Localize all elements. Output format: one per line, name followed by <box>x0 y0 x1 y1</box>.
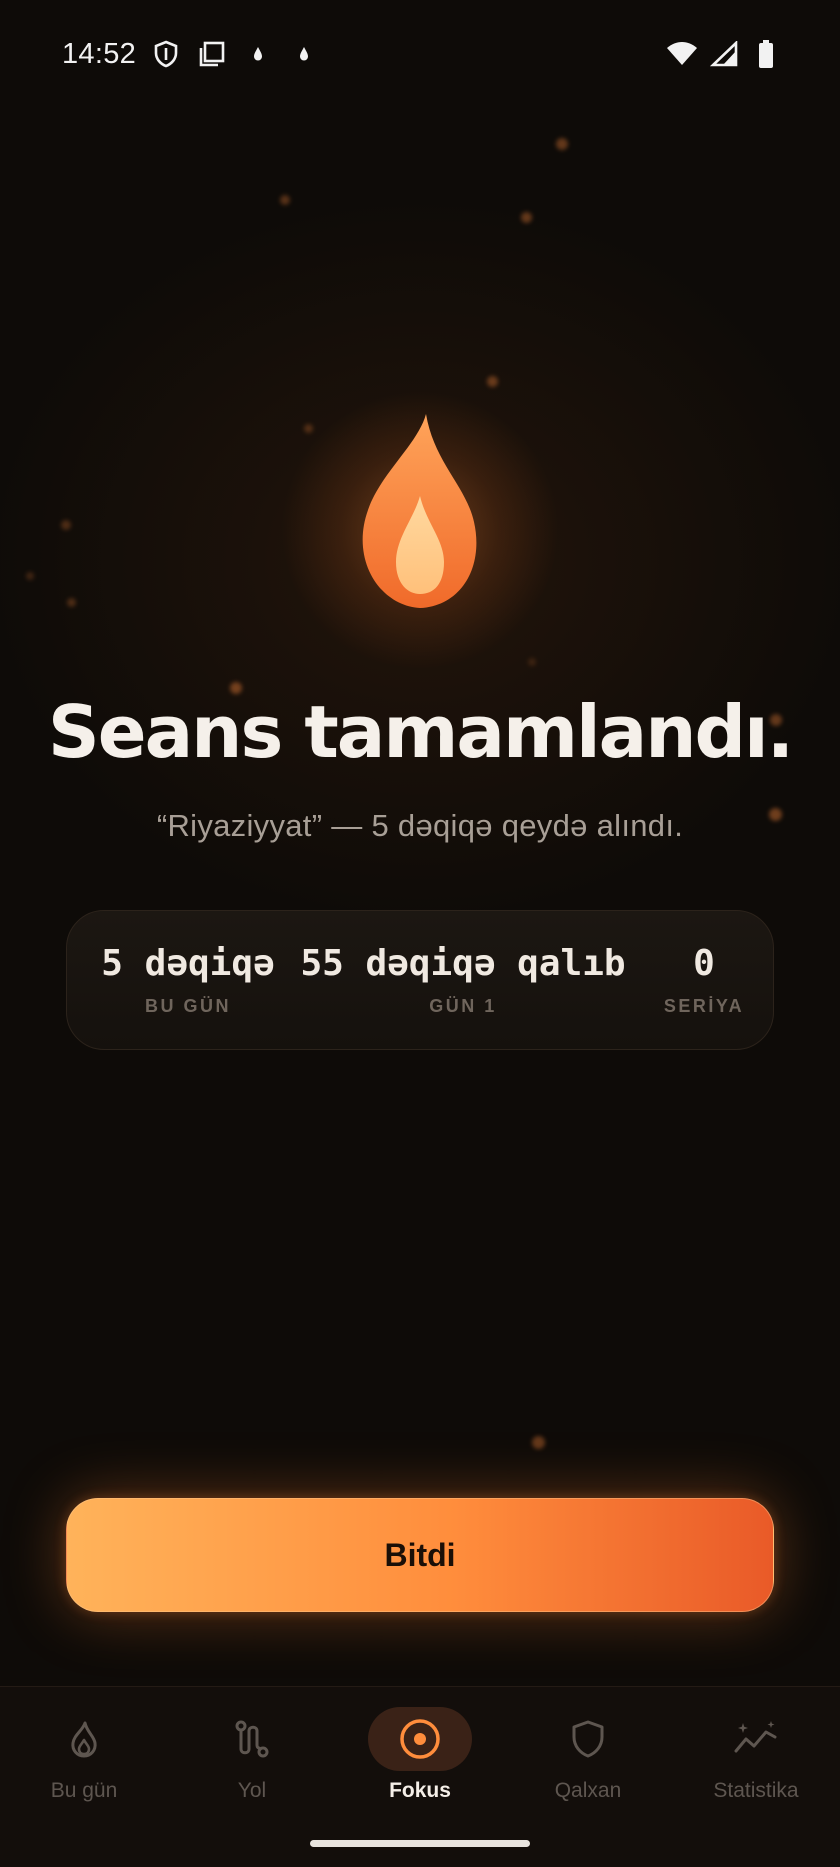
nav-icon-box <box>536 1707 640 1771</box>
flame-illustration <box>280 390 560 670</box>
ember-particle <box>487 376 498 387</box>
stats-card: 5 dəqiqə BU GÜN 55 dəqiqə qalıb GÜN 1 0 … <box>66 910 774 1050</box>
ember-particle <box>61 520 71 530</box>
stat-today: 5 dəqiqə BU GÜN <box>95 943 281 1017</box>
status-time: 14:52 <box>62 37 137 70</box>
screen-cast-icon <box>196 38 228 70</box>
home-indicator[interactable] <box>310 1840 530 1847</box>
session-complete-screen: 14:52 Seans tamamlandı. “Riyaziyyat” — 5… <box>0 0 840 1867</box>
nav-item-qalxan[interactable]: Qalxan <box>504 1707 672 1803</box>
status-left: 14:52 <box>62 38 320 71</box>
nav-label: Qalxan <box>554 1779 622 1802</box>
nav-item-fokus[interactable]: Fokus <box>336 1707 504 1803</box>
drop-icon <box>242 38 274 70</box>
vpn-shield-icon <box>150 38 182 70</box>
nav-label: Statistika <box>713 1779 799 1802</box>
nav-item-bu-gun[interactable]: Bu gün <box>0 1707 168 1803</box>
shield-icon <box>572 1720 604 1758</box>
ember-particle <box>521 212 532 223</box>
focus-target-icon <box>400 1719 440 1759</box>
battery-icon <box>750 38 782 70</box>
page-title: Seans tamamlandı. <box>47 690 794 774</box>
stat-value: 55 dəqiqə qalıb <box>300 943 626 984</box>
stat-value: 0 <box>693 943 715 984</box>
drop-icon <box>288 38 320 70</box>
ember-particle <box>532 1436 545 1449</box>
ember-particle <box>26 572 34 580</box>
session-summary: “Riyaziyyat” — 5 dəqiqə qeydə alındı. <box>156 808 684 843</box>
stat-label: BU GÜN <box>145 996 231 1016</box>
stat-label: SERİYA <box>663 996 745 1016</box>
stat-value: 5 dəqiqə <box>101 943 275 984</box>
path-icon <box>235 1720 269 1758</box>
stats-sparkle-icon <box>734 1721 777 1753</box>
stat-streak: 0 SERİYA <box>649 943 759 1017</box>
nav-item-yol[interactable]: Yol <box>168 1707 336 1803</box>
nav-icon-box <box>32 1707 136 1771</box>
stat-day: 55 dəqiqə qalıb GÜN 1 <box>293 943 633 1017</box>
stat-label: GÜN 1 <box>429 996 497 1016</box>
nav-label: Fokus <box>389 1779 451 1802</box>
ember-particle <box>280 195 290 205</box>
status-bar: 14:52 <box>0 0 840 108</box>
nav-label: Yol <box>237 1779 267 1802</box>
ember-particle <box>528 658 536 666</box>
wifi-icon <box>666 38 698 70</box>
nav-icon-box <box>704 1707 808 1771</box>
nav-label: Bu gün <box>50 1779 118 1802</box>
done-button-label: Bitdi <box>384 1536 456 1573</box>
ember-particle <box>556 138 568 150</box>
nav-item-statistika[interactable]: Statistika <box>672 1707 840 1803</box>
ember-particle <box>67 598 76 607</box>
done-button[interactable]: Bitdi <box>66 1498 774 1612</box>
nav-icon-box-active <box>368 1707 472 1771</box>
status-right <box>666 38 782 70</box>
flame-icon <box>71 1721 97 1758</box>
nav-icon-box <box>200 1707 304 1771</box>
ember-particle <box>304 424 313 433</box>
flame-icon <box>362 414 477 608</box>
cell-signal-icon <box>708 38 740 70</box>
